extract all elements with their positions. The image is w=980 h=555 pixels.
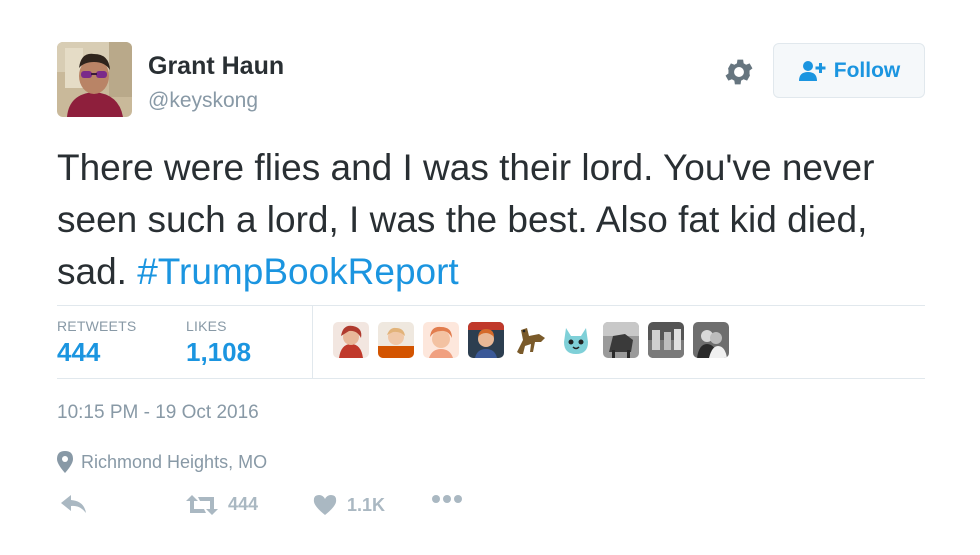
liker-avatar[interactable] — [558, 322, 594, 358]
map-pin-icon — [57, 451, 73, 473]
stats-divider — [312, 306, 313, 378]
follow-button[interactable]: Follow — [773, 43, 925, 98]
hashtag-link[interactable]: #TrumpBookReport — [137, 251, 459, 292]
tweet-text: There were flies and I was their lord. Y… — [57, 142, 937, 298]
liker-avatar[interactable] — [423, 322, 459, 358]
liker-avatar[interactable] — [378, 322, 414, 358]
liker-avatar[interactable] — [693, 322, 729, 358]
liker-avatar[interactable] — [468, 322, 504, 358]
liker-avatar[interactable] — [603, 322, 639, 358]
location-label: Richmond Heights, MO — [81, 451, 268, 472]
author-name[interactable]: Grant Haun — [148, 52, 284, 81]
retweet-icon — [186, 494, 218, 515]
like-count: 1.1K — [347, 494, 386, 515]
retweets-count[interactable]: 444 — [57, 337, 100, 368]
likes-count[interactable]: 1,108 — [186, 337, 251, 368]
reply-icon — [61, 495, 86, 513]
like-button[interactable]: 1.1K — [313, 494, 385, 516]
author-handle[interactable]: @keyskong — [148, 89, 258, 113]
gear-icon[interactable] — [722, 55, 756, 89]
retweet-button[interactable]: 444 — [186, 494, 258, 515]
heart-icon — [313, 495, 337, 515]
liker-avatar[interactable] — [333, 322, 369, 358]
more-button[interactable] — [431, 494, 463, 504]
divider — [57, 378, 925, 379]
retweet-count: 444 — [228, 494, 259, 514]
more-icon — [432, 495, 462, 503]
add-user-icon — [798, 60, 826, 81]
timestamp[interactable]: 10:15 PM - 19 Oct 2016 — [57, 402, 259, 424]
divider — [57, 305, 925, 306]
likes-label: LIKES — [186, 318, 227, 334]
liker-avatar[interactable] — [513, 322, 549, 358]
follow-label: Follow — [833, 58, 901, 82]
retweets-label: RETWEETS — [57, 318, 137, 334]
liker-avatar[interactable] — [648, 322, 684, 358]
avatar[interactable] — [57, 42, 132, 117]
location[interactable]: Richmond Heights, MO — [57, 451, 267, 473]
reply-button[interactable] — [60, 494, 88, 514]
